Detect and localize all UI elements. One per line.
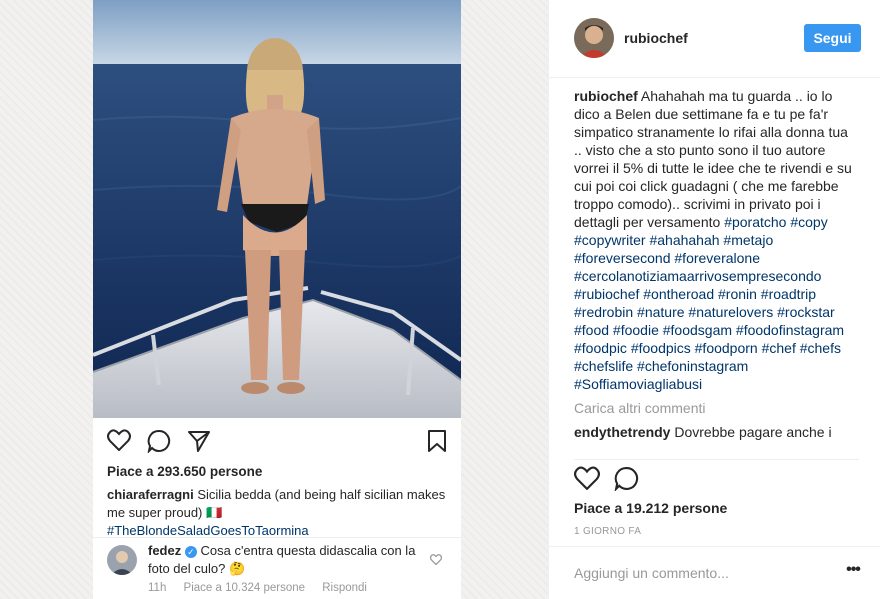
list-item: endythetrendy Dovrebbe pagare anche i: [574, 423, 859, 441]
post-photo: [93, 0, 461, 418]
reply-user[interactable]: fedez: [148, 543, 181, 558]
embedded-caption-hashtag[interactable]: #TheBlondeSaladGoesToTaormina: [107, 523, 309, 538]
reply-likes[interactable]: Piace a 10.324 persone: [184, 582, 305, 594]
comment-icon[interactable]: [147, 429, 171, 458]
comment-text: Dovrebbe pagare anche i: [674, 424, 832, 440]
post-header: rubiochef Segui: [549, 0, 880, 78]
embedded-likes-count[interactable]: Piace a 293.650 persone: [107, 464, 262, 479]
avatar[interactable]: [107, 545, 137, 575]
heart-icon[interactable]: [107, 429, 131, 456]
caption-hashtags[interactable]: #poratcho #copy #copywriter #ahahahah #m…: [574, 214, 844, 392]
embedded-caption-user[interactable]: chiaraferragni: [107, 487, 194, 502]
add-comment-section: •••: [549, 546, 880, 599]
boat-photo-image: [93, 0, 461, 418]
reply-text-block: fedez ✓ Cosa c'entra questa didascalia c…: [148, 542, 428, 578]
post-caption: rubiochef Ahahahah ma tu guarda .. io lo…: [574, 87, 859, 393]
bookmark-icon[interactable]: [427, 429, 447, 458]
heart-icon[interactable]: [574, 466, 600, 495]
share-icon[interactable]: [187, 429, 211, 458]
add-comment-input[interactable]: [574, 561, 824, 585]
comment-user[interactable]: endythetrendy: [574, 424, 670, 440]
embedded-actions: [93, 423, 461, 461]
load-more-comments-link[interactable]: Carica altri commenti: [574, 399, 859, 417]
post-detail-panel: rubiochef Segui rubiochef Ahahahah ma tu…: [548, 0, 880, 599]
reply-button[interactable]: Rispondi: [322, 582, 367, 594]
verified-badge-icon: ✓: [184, 546, 197, 558]
post-timestamp[interactable]: 1 GIORNO FA: [574, 526, 641, 537]
comment-icon[interactable]: [614, 466, 639, 496]
caption-user[interactable]: rubiochef: [574, 88, 638, 104]
reply-time: 11h: [148, 582, 167, 594]
more-options-icon[interactable]: •••: [843, 562, 863, 581]
embedded-reply: fedez ✓ Cosa c'entra questa didascalia c…: [93, 537, 461, 599]
comments-list[interactable]: rubiochef Ahahahah ma tu guarda .. io lo…: [574, 87, 859, 459]
small-heart-icon[interactable]: [429, 552, 443, 570]
post-username[interactable]: rubiochef: [624, 30, 688, 46]
caption-text: Ahahahah ma tu guarda .. io lo dico a Be…: [574, 88, 852, 230]
avatar[interactable]: [574, 18, 614, 58]
embedded-post: Piace a 293.650 persone chiaraferragni S…: [93, 0, 461, 599]
embedded-caption: chiaraferragni Sicilia bedda (and being …: [107, 486, 452, 540]
divider: [574, 459, 859, 460]
follow-button[interactable]: Segui: [804, 24, 861, 52]
likes-count[interactable]: Piace a 19.212 persone: [574, 500, 727, 516]
embedded-screenshot: Piace a 293.650 persone chiaraferragni S…: [0, 0, 548, 599]
reply-meta: 11h Piace a 10.324 persone Rispondi: [148, 582, 381, 594]
